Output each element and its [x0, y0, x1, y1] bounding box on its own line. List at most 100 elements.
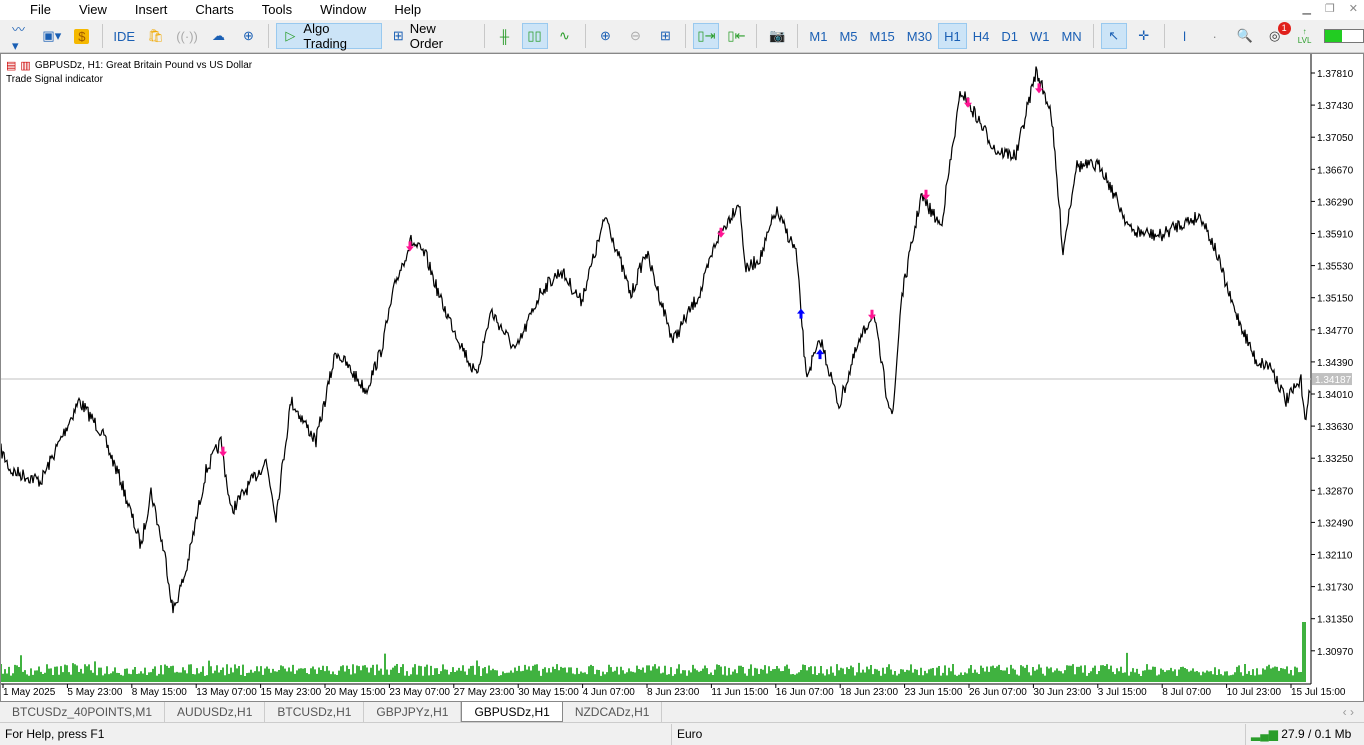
traffic-info: ▂▄▆ 27.9 / 0.1 Mb: [1251, 727, 1352, 741]
crosshair-icon[interactable]: ✛: [1131, 23, 1157, 49]
market-icon[interactable]: 🛍: [143, 23, 169, 49]
tab-scroll-arrows[interactable]: ‹ ›: [1333, 702, 1364, 722]
time-tick-label: 30 Jun 23:00: [1033, 687, 1091, 698]
tile-windows-icon[interactable]: ⊞: [652, 23, 678, 49]
indicator-label: Trade Signal indicator: [6, 74, 103, 85]
price-tick-label: 1.37050: [1317, 133, 1354, 144]
new-order-button[interactable]: ⊞ New Order: [386, 21, 477, 51]
menu-help[interactable]: Help: [380, 0, 435, 20]
chart-menu-icon[interactable]: ▤: [6, 59, 16, 72]
chart-tab[interactable]: NZDCADz,H1: [563, 702, 663, 722]
algo-trading-button[interactable]: ▷ Algo Trading: [276, 21, 382, 51]
timeframe-m15[interactable]: M15: [864, 23, 901, 49]
volume-bars: [1, 622, 1306, 682]
price-tick-label: 1.30970: [1317, 647, 1354, 658]
timeframe-m30[interactable]: M30: [901, 23, 938, 49]
price-tick-label: 1.37810: [1317, 69, 1354, 80]
price-tick-label: 1.35150: [1317, 294, 1354, 305]
price-chart[interactable]: 1.37810 1.37430 1.37050 1.36670 1.36290 1.359…: [0, 53, 1364, 702]
price-tick-label: 1.31350: [1317, 615, 1354, 626]
chart-type-icon[interactable]: 〰▾: [8, 22, 35, 53]
price-series: [1, 66, 1311, 614]
menu-view[interactable]: View: [65, 0, 121, 20]
price-tick-label: 1.35530: [1317, 262, 1354, 273]
time-tick-label: 8 May 15:00: [132, 687, 187, 698]
cursor-icon[interactable]: ↖: [1100, 23, 1127, 49]
screenshot-icon[interactable]: 📷: [764, 23, 790, 49]
timeframe-d1[interactable]: D1: [995, 23, 1024, 49]
auto-scroll-icon[interactable]: ▯⇥: [693, 23, 720, 49]
chart-title: GBPUSDz, H1: Great Britain Pound vs US D…: [34, 60, 253, 71]
price-tick-label: 1.36290: [1317, 197, 1354, 208]
close-icon[interactable]: ✕: [1349, 2, 1358, 15]
timeframe-h4[interactable]: H4: [967, 23, 996, 49]
timeframe-m1[interactable]: M1: [803, 23, 833, 49]
toolbar: 〰▾ ▣▾ $ IDE 🛍 ((·)) ☁ ⊕ ▷ Algo Trading ⊞ N…: [0, 20, 1364, 53]
time-tick-label: 23 Jun 15:00: [905, 687, 963, 698]
vertical-line-icon[interactable]: ǀ: [1172, 23, 1198, 49]
more-tools-icon[interactable]: ·: [1202, 23, 1228, 49]
cloud-icon[interactable]: ☁: [205, 23, 231, 49]
time-tick-label: 20 May 15:00: [325, 687, 386, 698]
current-price-label: 1.34187: [1315, 375, 1352, 386]
time-tick-label: 26 Jun 07:00: [969, 687, 1027, 698]
menu-charts[interactable]: Charts: [181, 0, 247, 20]
price-tick-label: 1.37430: [1317, 101, 1354, 112]
chart-tab[interactable]: BTCUSDz,H1: [265, 702, 365, 722]
time-tick-label: 16 Jun 07:00: [776, 687, 834, 698]
ide-button[interactable]: IDE: [110, 23, 139, 49]
menu-file[interactable]: File: [0, 0, 65, 20]
search-icon[interactable]: 🔍: [1232, 23, 1258, 49]
notifications-icon[interactable]: ◎ 1: [1262, 22, 1291, 49]
zoom-out-icon[interactable]: ⊖: [622, 23, 648, 49]
chart-tab[interactable]: BTCUSDz_40POINTS,M1: [0, 702, 166, 722]
chart-shift-icon[interactable]: ▯⇤: [723, 23, 749, 49]
time-tick-label: 18 Jun 23:00: [840, 687, 898, 698]
menu-window[interactable]: Window: [306, 0, 380, 20]
timeframe-m5[interactable]: M5: [833, 23, 863, 49]
menu-tools[interactable]: Tools: [248, 0, 306, 20]
sell-arrow-icon: [406, 241, 414, 252]
chart-tabs: BTCUSDz_40POINTS,M1 AUDUSDz,H1 BTCUSDz,H1 G…: [0, 702, 1364, 723]
time-tick-label: 3 Jul 15:00: [1098, 687, 1147, 698]
restore-icon[interactable]: ❐: [1325, 2, 1335, 15]
zoom-in-icon[interactable]: ⊕: [592, 23, 618, 49]
chart-tab[interactable]: GBPJPYz,H1: [364, 702, 462, 722]
time-tick-label: 8 Jul 07:00: [1162, 687, 1211, 698]
level-icon[interactable]: ↑ LVL: [1292, 23, 1318, 49]
time-tick-label: 23 May 07:00: [389, 687, 450, 698]
sell-arrow-icon: [219, 446, 227, 457]
symbol-icon: ▥: [20, 60, 31, 72]
signals-icon[interactable]: ((·)): [173, 23, 202, 49]
price-tick-label: 1.34010: [1317, 390, 1354, 401]
price-tick-label: 1.33630: [1317, 422, 1354, 433]
buy-arrow-icon: [816, 349, 824, 360]
vps-icon[interactable]: ⊕: [235, 23, 261, 49]
price-tick-label: 1.31730: [1317, 583, 1354, 594]
time-tick-label: 8 Jun 23:00: [647, 687, 700, 698]
help-text: For Help, press F1: [0, 724, 672, 745]
time-tick-label: 15 May 23:00: [261, 687, 322, 698]
minimize-icon[interactable]: ▁: [1302, 2, 1310, 15]
line-chart-icon[interactable]: ∿: [552, 23, 578, 49]
candlestick-icon[interactable]: ▯▯: [521, 23, 548, 49]
menu-insert[interactable]: Insert: [121, 0, 182, 20]
timeframe-h1[interactable]: H1: [938, 23, 967, 49]
chart-tab[interactable]: AUDUSDz,H1: [165, 702, 266, 722]
templates-icon[interactable]: ▣▾: [39, 23, 65, 49]
time-tick-label: 13 May 07:00: [196, 687, 257, 698]
price-tick-label: 1.35910: [1317, 230, 1354, 241]
bar-chart-icon[interactable]: ╫: [492, 23, 518, 49]
time-tick-label: 11 Jun 15:00: [711, 687, 769, 698]
price-tick-label: 1.36670: [1317, 165, 1354, 176]
dollar-icon[interactable]: $: [69, 23, 95, 49]
connection-indicator: [1323, 29, 1364, 43]
time-tick-label: 1 May 2025: [3, 687, 56, 698]
timeframe-mn[interactable]: MN: [1055, 23, 1087, 49]
chart-tab[interactable]: GBPUSDz,H1: [461, 702, 563, 722]
new-order-icon: ⊞: [392, 28, 404, 43]
price-tick-label: 1.34770: [1317, 326, 1354, 337]
time-tick-label: 30 May 15:00: [518, 687, 579, 698]
timeframe-w1[interactable]: W1: [1024, 23, 1056, 49]
price-tick-label: 1.32870: [1317, 486, 1354, 497]
